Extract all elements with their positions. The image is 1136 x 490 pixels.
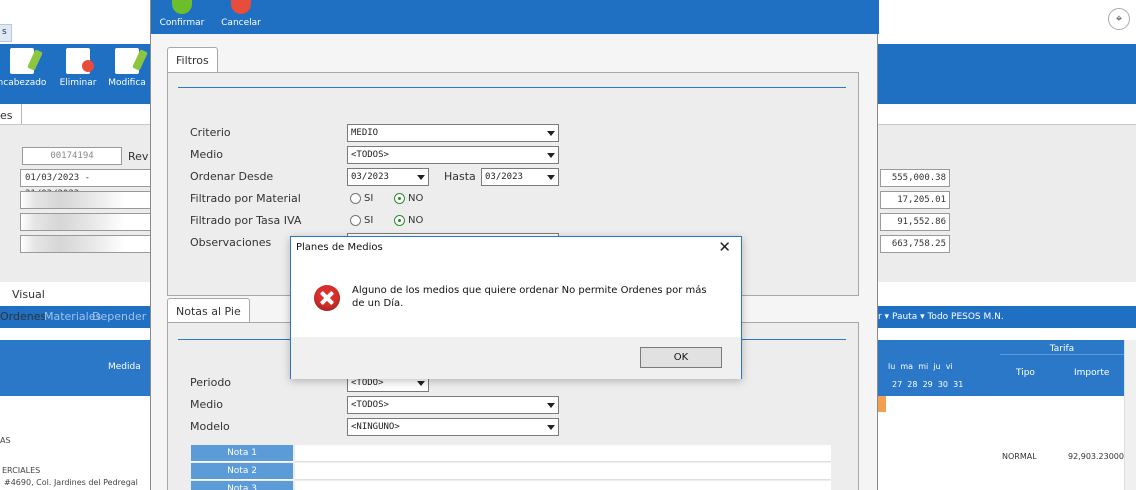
tarifa-header: Tarifa (1000, 344, 1124, 355)
day-headers: lu ma mi ju vi (888, 362, 953, 371)
eliminar-button[interactable]: Eliminar (56, 48, 100, 100)
grid-row-text: AS (0, 436, 11, 445)
chevron-down-icon (547, 425, 555, 430)
chevron-down-icon (547, 153, 555, 158)
chevron-down-icon (547, 403, 555, 408)
visual-tab[interactable]: Visual (0, 284, 160, 306)
importe-cell: 92,903.23000 (1068, 452, 1124, 461)
modelo-select[interactable]: <NINGUNO> (347, 418, 559, 436)
background-tab[interactable]: s (0, 24, 12, 42)
blurred-field[interactable] (20, 191, 152, 209)
chevron-down-icon (547, 131, 555, 136)
medida-header: Medida (108, 362, 141, 372)
dependencias-link[interactable]: Depender (92, 306, 146, 328)
modelo-label: Modelo (190, 420, 230, 433)
nota-row[interactable]: Nota 3 (191, 481, 831, 490)
error-icon (314, 285, 340, 311)
amount-field: 663,758.25 (880, 235, 950, 253)
rev-label: Rev (128, 150, 149, 163)
nota-row[interactable]: Nota 2 (191, 463, 831, 480)
tab-filtros[interactable]: Filtros (167, 47, 218, 73)
close-icon[interactable]: ✕ (718, 238, 731, 256)
material-si-radio[interactable]: SI (350, 193, 373, 204)
background-panel-tab[interactable]: es (0, 104, 22, 126)
dialog-message: Alguno de los medios que quiere ordenar … (352, 285, 707, 309)
window-toolbar: Confirmar Cancelar (151, 0, 879, 34)
dialog-footer: OK (291, 337, 741, 379)
grid-header-left: Medida (0, 340, 150, 396)
periodo-label: Periodo (190, 376, 232, 389)
document-edit-icon (10, 48, 34, 74)
tipo-cell: NORMAL (1002, 452, 1037, 461)
screen-capture-icon[interactable]: ⌖ (1108, 8, 1130, 30)
criterio-select[interactable]: MEDIO (347, 124, 559, 142)
amount-field: 555,000.38 (880, 169, 950, 187)
chevron-down-icon (417, 381, 425, 386)
tasa-no-radio[interactable]: NO (394, 215, 423, 226)
grid-filters[interactable]: r ▾ Pauta ▾ Todo PESOS M.N. (878, 306, 1004, 328)
hasta-select[interactable]: 03/2023 (481, 168, 559, 186)
error-dialog: Planes de Medios ✕ Alguno de los medios … (290, 236, 742, 379)
grid-rows-left: AS ERCIALES #4690, Col. Jardines del Ped… (0, 396, 150, 490)
tipo-header: Tipo (1016, 368, 1035, 378)
chevron-down-icon (417, 175, 425, 180)
blurred-field[interactable] (20, 213, 152, 231)
modificar-button[interactable]: Modifica (104, 48, 150, 100)
check-icon (172, 0, 192, 14)
confirm-button[interactable]: Confirmar (151, 0, 213, 34)
material-no-radio[interactable]: NO (394, 193, 423, 204)
ordenar-desde-label: Ordenar Desde (190, 170, 274, 183)
order-number-field[interactable]: 00174194 (22, 147, 122, 165)
medio-label: Medio (190, 148, 224, 161)
tasa-si-radio[interactable]: SI (350, 215, 373, 226)
filtrado-tasa-label: Filtrado por Tasa IVA (190, 214, 302, 227)
tab-notas-al-pie[interactable]: Notas al Pie (167, 298, 250, 324)
grid-row-text: #4690, Col. Jardines del Pedregal (4, 478, 138, 487)
chevron-down-icon (547, 175, 555, 180)
grid-rows-right: NORMAL 92,903.23000 (878, 396, 1124, 490)
ordenes-link[interactable]: Ordenes (0, 306, 46, 328)
hasta-label: Hasta (444, 170, 476, 183)
document-edit-icon (115, 48, 139, 74)
section-divider (178, 87, 846, 88)
ordenar-desde-select[interactable]: 03/2023 (347, 168, 429, 186)
importe-header: Importe (1074, 368, 1110, 378)
blurred-field[interactable] (20, 235, 152, 253)
filtrado-material-label: Filtrado por Material (190, 192, 301, 205)
close-icon (231, 0, 251, 14)
amount-field: 17,205.01 (880, 191, 950, 209)
day-highlight (878, 396, 886, 412)
date-range-field[interactable]: 01/03/2023 - 31/03/2023 (20, 169, 152, 199)
notas-medio-select[interactable]: <TODOS> (347, 396, 559, 414)
notas-medio-label: Medio (190, 398, 224, 411)
observaciones-label: Observaciones (190, 236, 272, 249)
grid-row-text: ERCIALES (2, 466, 41, 475)
medio-select[interactable]: <TODOS> (347, 146, 559, 164)
cancel-button[interactable]: Cancelar (215, 0, 267, 34)
grid-scrollbar[interactable] (1124, 340, 1136, 490)
amount-field: 91,552.86 (880, 213, 950, 231)
encabezado-button[interactable]: ncabezado (0, 48, 48, 100)
criterio-label: Criterio (190, 126, 231, 139)
ok-button[interactable]: OK (640, 347, 722, 368)
nota-row[interactable]: Nota 1 (191, 445, 831, 462)
document-delete-icon (66, 48, 94, 74)
grid-header-right: Tarifa Tipo Importe lu ma mi ju vi 27 28… (878, 340, 1124, 396)
dialog-title: Planes de Medios (296, 242, 383, 253)
day-numbers: 27 28 29 30 31 (892, 380, 964, 389)
